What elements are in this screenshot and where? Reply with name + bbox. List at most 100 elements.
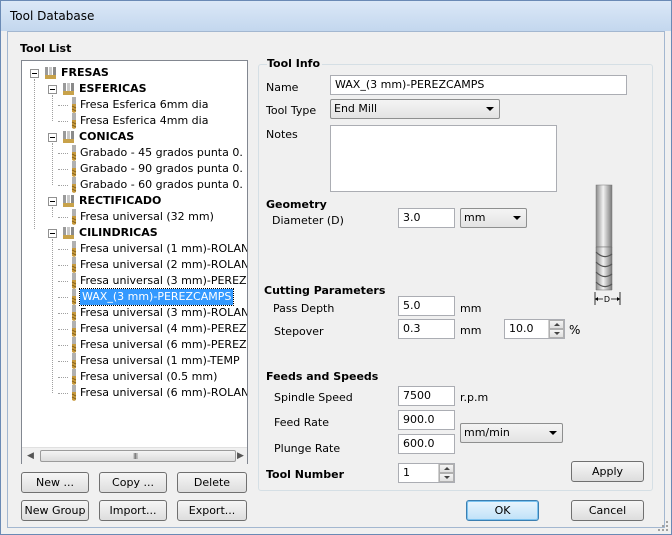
tree-connector [58,105,68,106]
tree-connector [58,169,68,170]
spin-down-icon[interactable] [439,473,454,482]
chevron-down-icon [513,216,521,220]
tree-connector [58,377,68,378]
chevron-down-icon [486,107,494,111]
tool-group-icon [63,227,74,239]
tree-group[interactable]: ESFERICAS [22,81,247,97]
feed-rate-input[interactable]: 900.0 [398,410,455,430]
tree-tool-item[interactable]: Grabado - 90 grados punta 0. [22,161,247,177]
tree-tool-item[interactable]: Fresa universal (6 mm)-ROLAN [22,385,247,401]
end-mill-icon [71,177,77,193]
tree-group[interactable]: CONICAS [22,129,247,145]
import-button[interactable]: Import... [99,500,167,521]
spin-up-icon[interactable] [549,320,564,329]
pass-depth-input[interactable]: 5.0 [398,296,455,316]
tree-tool-item[interactable]: Fresa Esferica 6mm dia [22,97,247,113]
tree-tool-item[interactable]: Fresa universal (32 mm) [22,209,247,225]
tree-tool-item[interactable]: Grabado - 60 grados punta 0. [22,177,247,193]
spin-up-icon[interactable] [439,464,454,473]
tree-connector [34,79,35,229]
tree-tool-item[interactable]: Fresa universal (0.5 mm) [22,369,247,385]
tree-tool-label: Fresa universal (32 mm) [80,210,214,223]
tree-tool-label: Fresa universal (0.5 mm) [80,370,218,383]
resize-grip-icon[interactable] [657,520,669,532]
tool-name-input[interactable]: WAX_(3 mm)-PEREZCAMPS [330,75,627,95]
tree-tool-item[interactable]: Fresa universal (6 mm)-PEREZ [22,337,247,353]
end-mill-icon [71,353,77,369]
tool-type-value: End Mill [334,102,378,115]
tree-group[interactable]: CILINDRICAS [22,225,247,241]
tree-connector [52,207,53,217]
tree-tool-label: Fresa universal (6 mm)-PEREZ [80,338,247,351]
new-group-button[interactable]: New Group [21,500,89,521]
diagram-diameter-label: D [604,295,610,304]
tree-horizontal-scrollbar[interactable]: ◀ III ▶ [22,447,247,464]
export-button[interactable]: Export... [177,500,247,521]
tree-tool-label: Fresa universal (1 mm)-TEMP [80,354,240,367]
tree-connector [58,185,68,186]
copy-tool-button[interactable]: Copy ... [99,472,167,493]
collapse-icon[interactable] [30,69,39,78]
tree-tool-label: Fresa universal (6 mm)-ROLAN [80,386,247,399]
tree-tool-item[interactable]: Fresa universal (1 mm)-ROLAN [22,241,247,257]
tree-tool-item[interactable]: Fresa universal (3 mm)-ROLAN [22,305,247,321]
tree-tool-item[interactable]: Fresa universal (3 mm)-PEREZ [22,273,247,289]
cancel-button[interactable]: Cancel [571,500,644,521]
tree-tool-item[interactable]: Fresa universal (1 mm)-TEMP [22,353,247,369]
scroll-right-icon[interactable]: ▶ [237,451,244,461]
tool-number-input[interactable]: 1 [398,463,455,483]
spindle-speed-input[interactable]: 7500 [398,386,455,406]
tree-tool-item[interactable]: Fresa Esferica 4mm dia [22,113,247,129]
tree-tool-item[interactable]: Grabado - 45 grados punta 0. [22,145,247,161]
tree-root[interactable]: FRESAS [22,65,247,81]
tree-tool-label: Fresa Esferica 4mm dia [80,114,209,127]
tree-tool-item[interactable]: Fresa universal (4 mm)-PEREZ [22,321,247,337]
tree-tool-item[interactable]: Fresa universal (2 mm)-ROLAN [22,257,247,273]
end-mill-icon [71,97,77,113]
window-title: Tool Database [10,9,95,23]
rate-units-select[interactable]: mm/min [460,423,563,443]
stepover-percent-input[interactable]: 10.0 [504,319,565,339]
apply-button[interactable]: Apply [571,461,644,482]
tree-connector [52,239,53,393]
collapse-icon[interactable] [48,229,57,238]
diameter-input[interactable]: 3.0 [398,208,455,228]
spin-down-icon[interactable] [549,329,564,338]
tool-number-spinner[interactable] [438,464,454,482]
tree-group-label: FRESAS [61,66,109,79]
notes-textarea[interactable] [330,125,557,192]
tree-connector [58,361,68,362]
tree-connector [58,297,68,298]
end-mill-icon [71,113,77,129]
end-mill-icon [71,289,77,305]
tree-tool-label: Grabado - 90 grados punta 0. [80,162,243,175]
tree-group[interactable]: RECTIFICADO [22,193,247,209]
new-tool-button[interactable]: New ... [21,472,89,493]
tree-group-label: RECTIFICADO [79,194,162,207]
collapse-icon[interactable] [48,85,57,94]
title-bar[interactable]: Tool Database [1,1,671,31]
tree-tool-item[interactable]: WAX_(3 mm)-PEREZCAMPS [22,288,247,306]
delete-tool-button[interactable]: Delete [177,472,247,493]
tree-tool-label: Fresa universal (4 mm)-PEREZ [80,322,247,335]
notes-label: Notes [266,128,298,141]
tree-connector [52,95,53,121]
stepover-percent-spinner[interactable] [548,320,564,338]
tree-tool-label: Fresa universal (3 mm)-ROLAN [80,306,247,319]
end-mill-icon [71,273,77,289]
scrollbar-thumb[interactable]: III [40,450,236,462]
plunge-rate-input[interactable]: 600.0 [398,434,455,454]
geometry-label: Geometry [266,198,327,211]
tree-tool-label: Grabado - 60 grados punta 0. [80,178,243,191]
tool-tree[interactable]: FRESAS ESFERICAS Fresa Esferica 6mm dia Fre… [21,60,248,464]
stepover-input[interactable]: 0.3 [398,319,455,339]
collapse-icon[interactable] [48,133,57,142]
diameter-units-select[interactable]: mm [460,208,527,228]
tree-connector [58,329,68,330]
ok-button[interactable]: OK [466,500,539,521]
collapse-icon[interactable] [48,197,57,206]
scroll-left-icon[interactable]: ◀ [27,451,34,461]
tool-type-select[interactable]: End Mill [330,99,500,119]
diameter-units-value: mm [464,211,486,224]
plunge-rate-label: Plunge Rate [274,442,341,455]
